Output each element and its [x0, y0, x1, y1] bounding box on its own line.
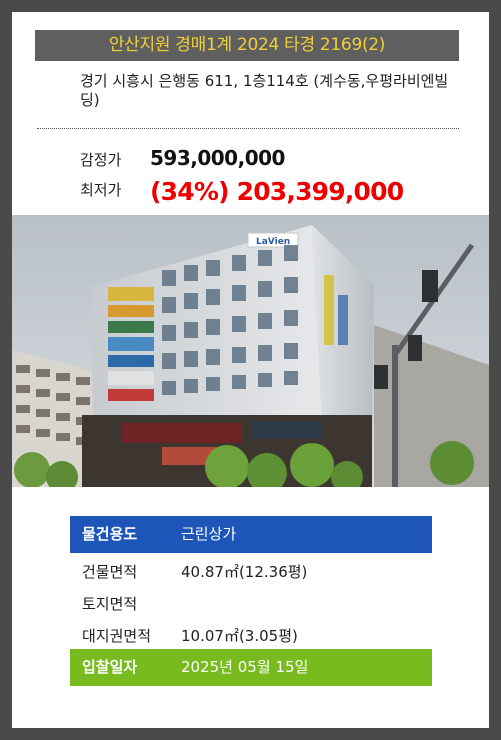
land-right-row: 대지권면적 10.07㎡(3.05평)	[70, 621, 432, 652]
usage-value: 근린상가	[181, 525, 237, 543]
land-right-label: 대지권면적	[82, 627, 152, 645]
usage-label: 물건용도	[82, 525, 138, 543]
minimum-price-label: 최저가	[80, 181, 122, 199]
land-area-label: 토지면적	[82, 595, 138, 613]
building-area-value: 40.87㎡(12.36평)	[181, 563, 308, 581]
property-address: 경기 시흥시 은행동 611, 1층114호 (계수동,우평라비엔빌딩)	[80, 72, 449, 109]
auction-card: 안산지원 경매1계 2024 타경 2169(2) 경기 시흥시 은행동 611…	[12, 12, 489, 728]
building-photo-image: LaVien	[12, 215, 489, 487]
land-area-row: 토지면적	[70, 589, 432, 620]
land-right-value: 10.07㎡(3.05평)	[181, 627, 298, 645]
appraisal-value: 593,000,000	[150, 146, 285, 170]
minimum-price-value: (34%) 203,399,000	[150, 177, 404, 206]
usage-row: 물건용도 근린상가	[70, 516, 432, 553]
property-photo: LaVien	[12, 215, 489, 487]
bid-date-row: 입찰일자 2025년 05월 15일	[70, 649, 432, 686]
case-title: 안산지원 경매1계 2024 타경 2169(2)	[35, 30, 459, 61]
bid-date-value: 2025년 05월 15일	[181, 658, 309, 676]
divider	[37, 128, 459, 129]
bid-date-label: 입찰일자	[82, 658, 138, 676]
building-area-label: 건물면적	[82, 563, 138, 581]
building-area-row: 건물면적 40.87㎡(12.36평)	[70, 557, 432, 588]
appraisal-label: 감정가	[80, 151, 122, 169]
